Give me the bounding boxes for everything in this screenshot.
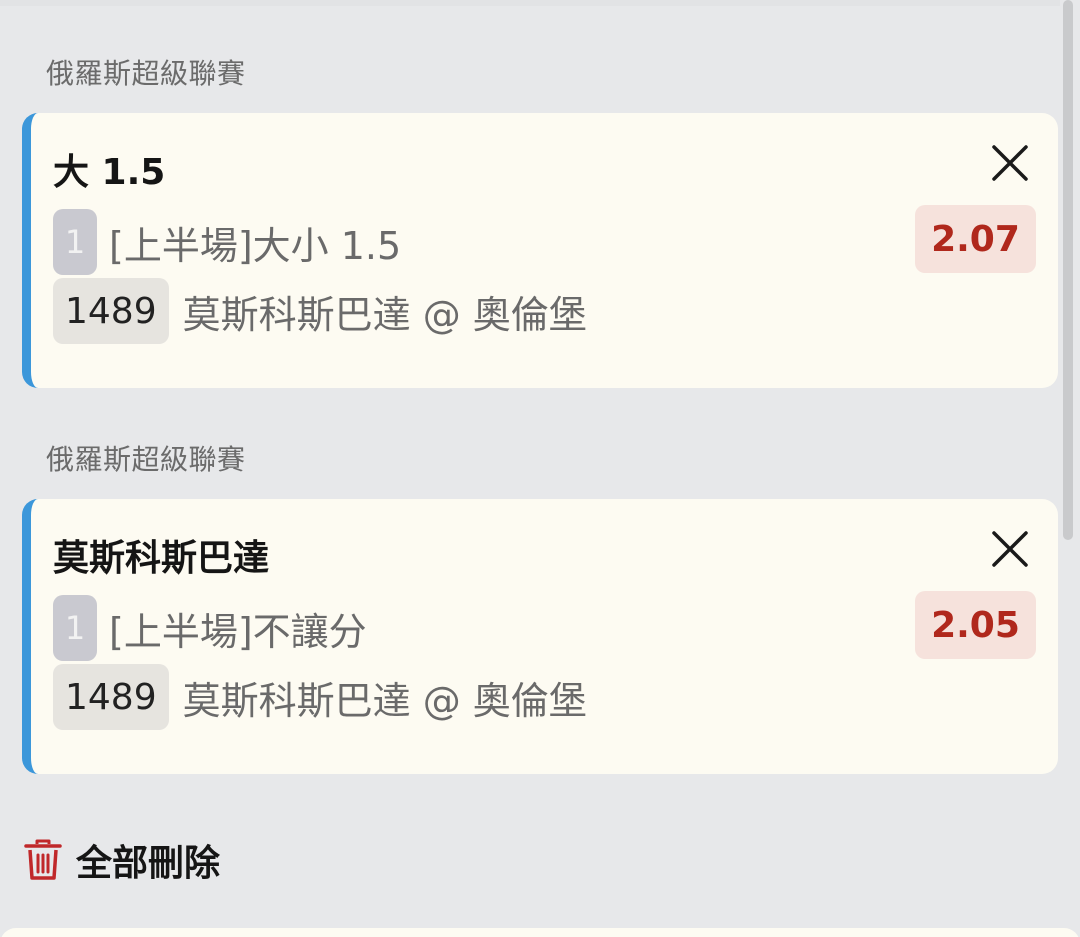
selection-title: 莫斯科斯巴達: [53, 538, 270, 579]
bet-line-row: 1 [上半場]不讓分: [53, 595, 367, 661]
bet-type: [上半場]大小 1.5: [109, 223, 402, 268]
bet-slip-page: 俄羅斯超級聯賽 大 1.5 1 [上半場]大小 1.5 2.07 1489 莫斯…: [0, 0, 1080, 937]
bottom-panel-edge: [0, 928, 1080, 937]
scrollbar[interactable]: [1063, 0, 1073, 540]
line-number-badge: 1: [53, 209, 97, 275]
match-name: 莫斯科斯巴達 @ 奧倫堡: [182, 292, 587, 337]
match-code-badge: 1489: [53, 664, 169, 730]
close-icon: [988, 527, 1032, 571]
remove-bet-button[interactable]: [988, 141, 1032, 185]
bet-card: 大 1.5 1 [上半場]大小 1.5 2.07 1489 莫斯科斯巴達 @ 奧…: [22, 113, 1058, 388]
selection-title: 大 1.5: [53, 152, 166, 193]
bet-line-row: 1 [上半場]大小 1.5: [53, 209, 401, 275]
delete-all-label: 全部刪除: [76, 843, 221, 884]
match-row: 1489 莫斯科斯巴達 @ 奧倫堡: [53, 278, 587, 344]
odds-badge: 2.05: [915, 591, 1036, 659]
match-code-badge: 1489: [53, 278, 169, 344]
line-number-badge: 1: [53, 595, 97, 661]
match-name: 莫斯科斯巴達 @ 奧倫堡: [182, 678, 587, 723]
match-row: 1489 莫斯科斯巴達 @ 奧倫堡: [53, 664, 587, 730]
bet-type: [上半場]不讓分: [109, 609, 367, 654]
league-name: 俄羅斯超級聯賽: [46, 57, 246, 90]
league-name: 俄羅斯超級聯賽: [46, 443, 246, 476]
close-icon: [988, 141, 1032, 185]
bet-card: 莫斯科斯巴達 1 [上半場]不讓分 2.05 1489 莫斯科斯巴達 @ 奧倫堡: [22, 499, 1058, 774]
top-strip: [0, 0, 1060, 6]
remove-bet-button[interactable]: [988, 527, 1032, 571]
trash-icon: [24, 839, 62, 881]
odds-badge: 2.07: [915, 205, 1036, 273]
delete-all-button[interactable]: 全部刪除: [24, 834, 220, 886]
